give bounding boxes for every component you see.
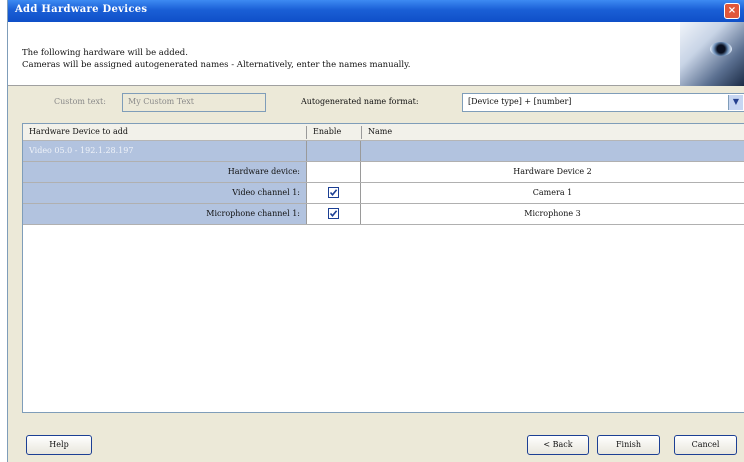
enable-cell bbox=[306, 183, 361, 203]
column-divider[interactable] bbox=[306, 126, 307, 139]
device-cell: Video channel 1: bbox=[23, 183, 306, 203]
window-title: Add Hardware Devices bbox=[15, 4, 148, 15]
header-text-line2: Cameras will be assigned autogenerated n… bbox=[22, 60, 411, 70]
custom-text-input[interactable]: My Custom Text bbox=[122, 93, 266, 112]
enable-cell bbox=[306, 162, 361, 182]
autogen-format-label: Autogenerated name format: bbox=[301, 97, 419, 106]
autogen-format-value: [Device type] + [number] bbox=[468, 97, 572, 106]
device-label: Video channel 1: bbox=[232, 188, 300, 197]
name-field[interactable]: Camera 1 bbox=[361, 183, 744, 203]
device-cell: Microphone channel 1: bbox=[23, 204, 306, 224]
device-label: Microphone channel 1: bbox=[206, 209, 300, 218]
table-row-group[interactable]: Video 05.0 - 192.1.28.197 bbox=[23, 141, 744, 162]
device-cell: Hardware device: bbox=[23, 162, 306, 182]
enable-cell bbox=[306, 204, 361, 224]
back-button[interactable]: < Back bbox=[527, 435, 589, 455]
device-group-label: Video 05.0 - 192.1.28.197 bbox=[29, 146, 134, 155]
enable-cell bbox=[306, 141, 361, 161]
device-label: Hardware device: bbox=[227, 167, 300, 176]
name-field[interactable]: Hardware Device 2 bbox=[361, 162, 744, 182]
header-text-line1: The following hardware will be added. bbox=[22, 48, 188, 58]
device-cell: Video 05.0 - 192.1.28.197 bbox=[23, 141, 306, 161]
table-header: Hardware Device to add Enable Name bbox=[23, 124, 744, 141]
dialog-window: Add Hardware Devices The following hardw… bbox=[7, 0, 744, 462]
finish-button[interactable]: Finish bbox=[597, 435, 660, 455]
hardware-table: Hardware Device to add Enable Name Video… bbox=[22, 123, 744, 413]
chevron-down-icon[interactable]: ▼ bbox=[728, 95, 743, 110]
custom-text-label: Custom text: bbox=[54, 97, 106, 106]
eye-logo-icon bbox=[680, 22, 744, 86]
column-header-name[interactable]: Name bbox=[368, 127, 392, 136]
table-row[interactable]: Microphone channel 1: Microphone 3 bbox=[23, 204, 744, 225]
table-row[interactable]: Hardware device: Hardware Device 2 bbox=[23, 162, 744, 183]
autogen-format-select[interactable]: [Device type] + [number] ▼ bbox=[462, 93, 744, 112]
cancel-button[interactable]: Cancel bbox=[674, 435, 737, 455]
column-header-device[interactable]: Hardware Device to add bbox=[29, 127, 128, 136]
dialog-header: The following hardware will be added. Ca… bbox=[8, 22, 744, 86]
checkbox-checked-icon[interactable] bbox=[328, 187, 339, 198]
naming-options-row: Custom text: My Custom Text Autogenerate… bbox=[8, 93, 744, 117]
column-header-enable[interactable]: Enable bbox=[313, 127, 341, 136]
help-button[interactable]: Help bbox=[26, 435, 92, 455]
title-bar[interactable]: Add Hardware Devices bbox=[8, 0, 744, 22]
checkbox-checked-icon[interactable] bbox=[328, 208, 339, 219]
name-field[interactable]: Microphone 3 bbox=[361, 204, 744, 224]
name-cell bbox=[361, 141, 744, 161]
table-row[interactable]: Video channel 1: Camera 1 bbox=[23, 183, 744, 204]
close-icon[interactable]: × bbox=[724, 3, 740, 19]
column-divider[interactable] bbox=[361, 126, 362, 139]
